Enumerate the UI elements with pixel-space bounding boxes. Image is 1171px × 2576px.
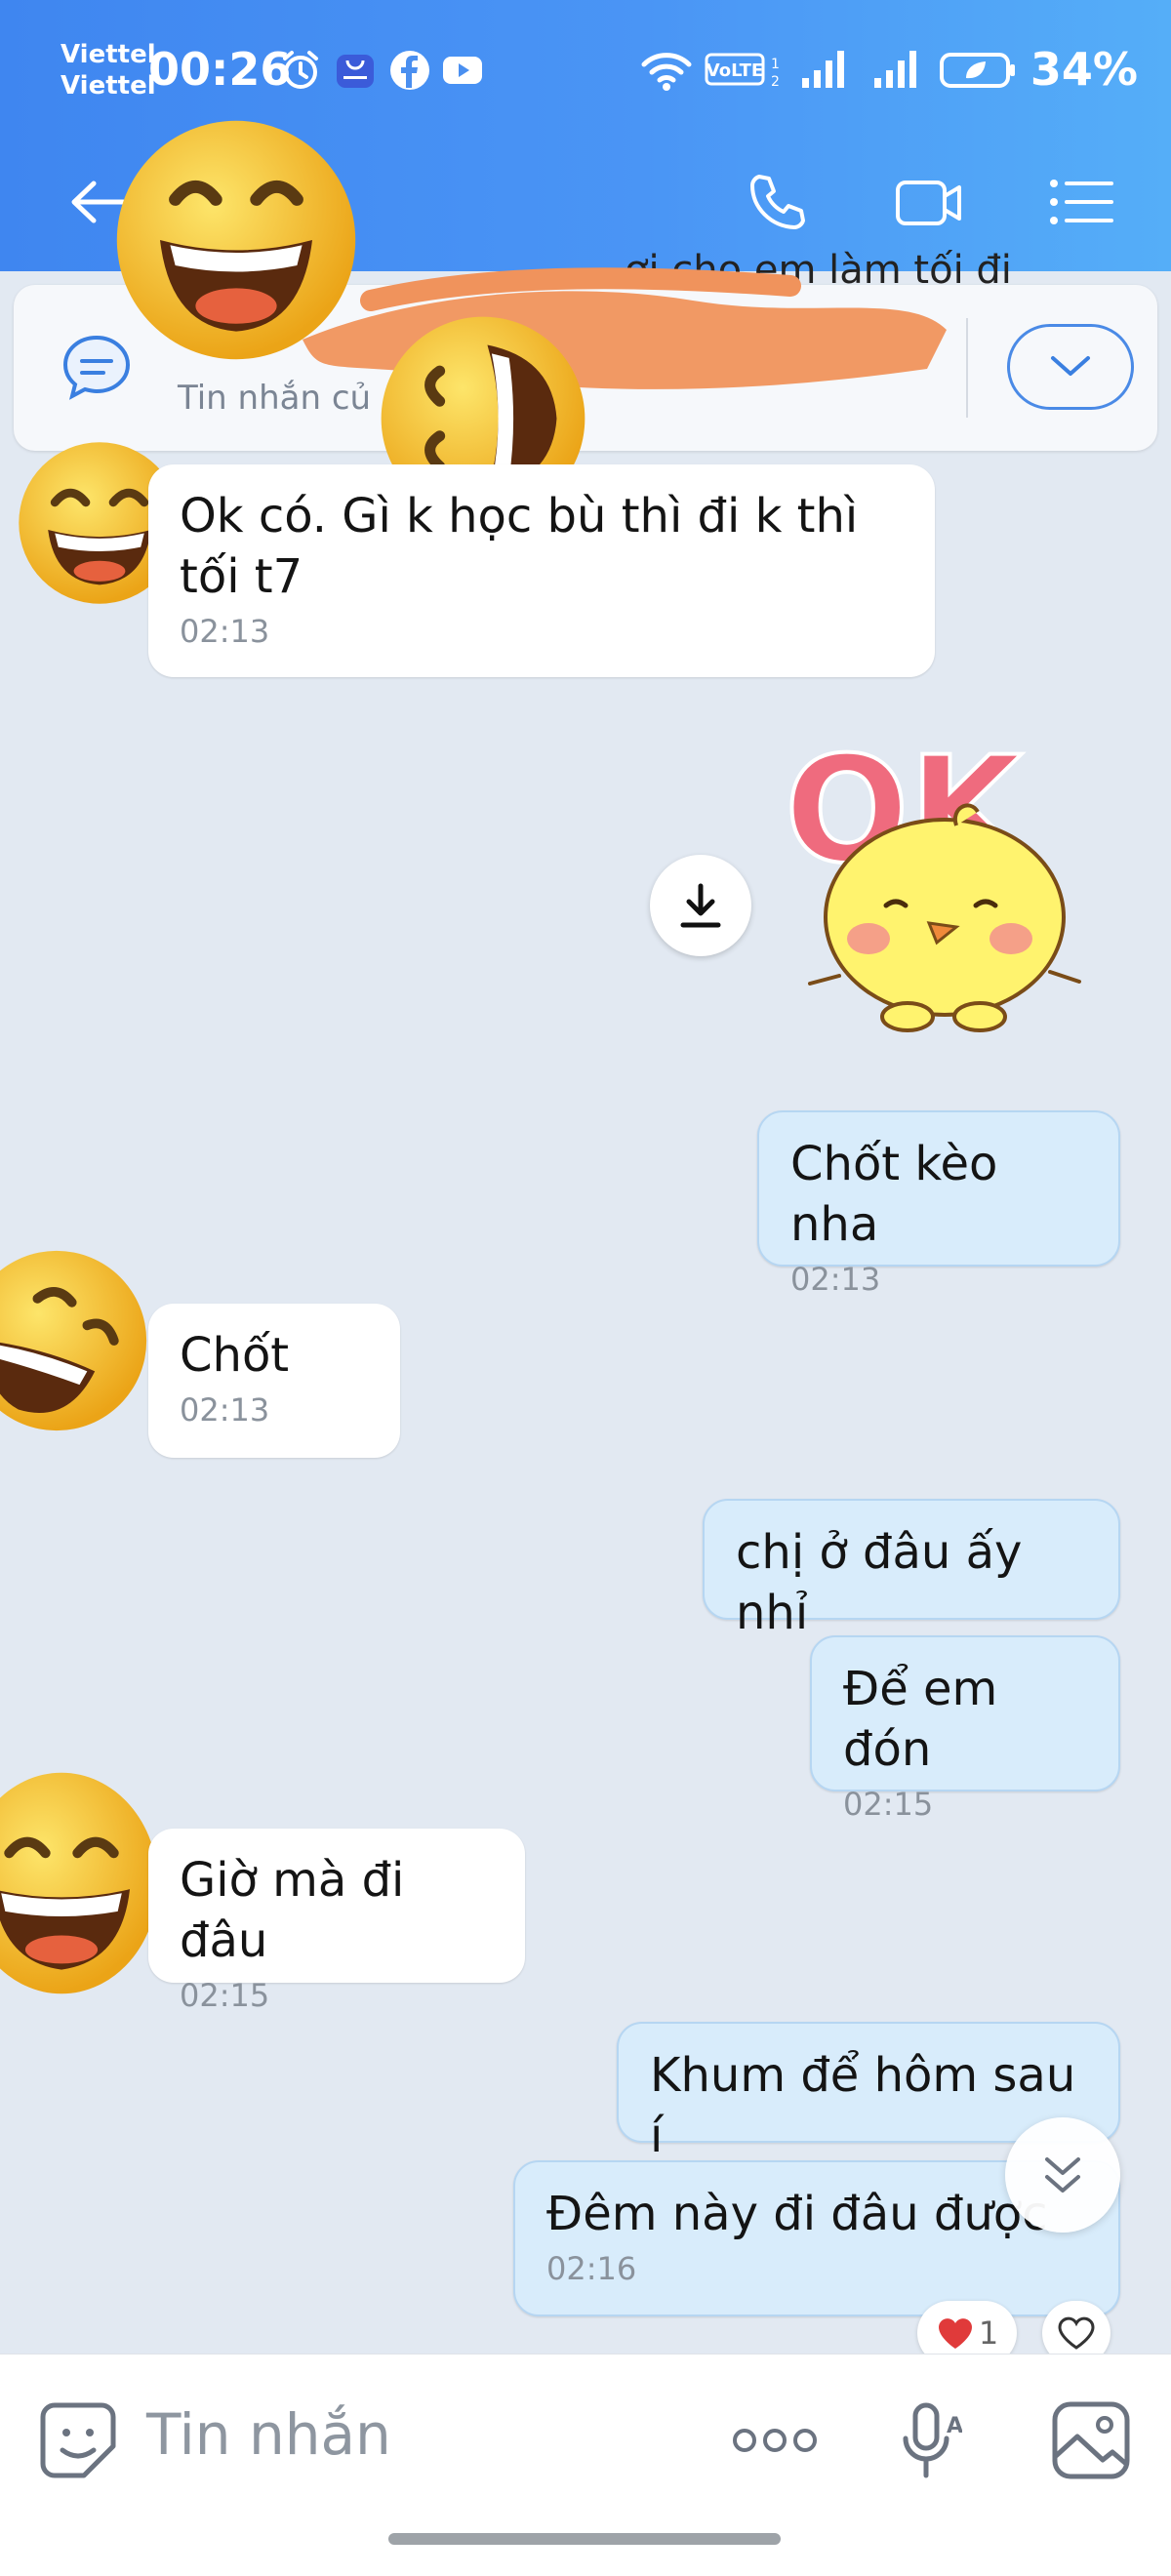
volte-icon: VoLTE 1 2 — [705, 53, 780, 90]
image-icon — [1052, 2401, 1130, 2479]
grinning-emoji-icon — [116, 120, 356, 360]
chevron-down-icon — [1051, 356, 1090, 376]
alarm-icon — [283, 51, 318, 89]
sticker-button[interactable] — [31, 2394, 125, 2487]
sticker-face-icon — [40, 2402, 116, 2478]
svg-text:VoLTE: VoLTE — [707, 60, 763, 81]
battery-icon — [940, 53, 1015, 88]
list-menu-icon — [1050, 180, 1113, 224]
message-time: 02:13 — [790, 1261, 881, 1298]
microphone-icon: A — [903, 2402, 962, 2478]
more-button[interactable] — [726, 2394, 824, 2487]
youtube-icon — [443, 57, 482, 84]
call-button[interactable] — [738, 166, 816, 238]
battery-percent: 34% — [1030, 43, 1138, 96]
double-chevron-down-icon — [1045, 2157, 1080, 2193]
voice-button[interactable]: A — [884, 2394, 978, 2487]
message-bubble-incoming[interactable]: Giờ mà đi đâu 02:15 — [148, 1829, 525, 2014]
phone-icon — [750, 175, 805, 229]
ok-chick-sticker[interactable]: OK — [781, 732, 1112, 1054]
signal-icon — [802, 51, 844, 88]
download-sticker-button[interactable] — [650, 855, 751, 956]
grinning-emoji-icon-3 — [0, 1250, 147, 1431]
carrier-2: Viettel — [61, 71, 156, 101]
reaction-count: 1 — [978, 2314, 999, 2352]
svg-text:1: 1 — [771, 57, 780, 72]
message-time: 02:13 — [180, 613, 270, 650]
message-bubble-incoming[interactable]: Ok có. Gì k học bù thì đi k thì tối t7 0… — [148, 464, 935, 677]
video-camera-icon — [896, 181, 961, 225]
svg-text:A: A — [947, 2414, 962, 2438]
message-bubble-outgoing[interactable]: chị ở đâu ấy nhỉ — [703, 1499, 1120, 1640]
home-indicator[interactable] — [388, 2533, 781, 2545]
carrier-1: Viettel — [61, 40, 156, 69]
heart-outline-icon — [1058, 2316, 1095, 2350]
message-text: Chốt kèo nha — [790, 1137, 998, 1252]
message-time: 02:15 — [843, 1786, 934, 1823]
message-text: Ok có. Gì k học bù thì đi k thì tối t7 — [180, 489, 859, 604]
app-market-icon — [337, 55, 374, 88]
grinning-emoji-icon-4 — [0, 1772, 158, 1994]
message-text: Để em đón — [843, 1662, 998, 1777]
svg-text:2: 2 — [771, 74, 780, 90]
scroll-to-bottom-button[interactable] — [1005, 2117, 1120, 2233]
chat-menu-button[interactable] — [1042, 166, 1120, 238]
facebook-icon — [390, 51, 429, 90]
image-button[interactable] — [1044, 2394, 1138, 2487]
wifi-icon — [641, 53, 692, 91]
pinned-divider — [966, 318, 968, 418]
message-text: Giờ mà đi đâu — [180, 1853, 405, 1968]
message-text: Đêm này đi đâu được — [546, 2187, 1048, 2241]
signal-icon-2 — [874, 51, 916, 88]
heart-filled-icon — [938, 2318, 972, 2349]
message-time: 02:13 — [180, 1391, 270, 1429]
video-call-button[interactable] — [890, 166, 968, 238]
status-time: 00:26 — [148, 43, 292, 96]
message-bubble-incoming[interactable]: Chốt 02:13 — [148, 1304, 400, 1458]
more-dots-icon — [733, 2429, 817, 2452]
pinned-expand-button[interactable] — [1007, 324, 1134, 410]
message-time: 02:15 — [180, 1977, 270, 2014]
message-bubble-outgoing[interactable]: Để em đón 02:15 — [810, 1635, 1120, 1823]
message-input[interactable]: Tin nhắn — [146, 2401, 391, 2468]
message-time: 02:16 — [546, 2250, 637, 2287]
message-text: chị ở đâu ấy nhỉ — [736, 1525, 1023, 1640]
message-bubble-outgoing[interactable]: Chốt kèo nha 02:13 — [757, 1110, 1120, 1298]
message-text: Chốt — [180, 1328, 290, 1383]
download-icon — [680, 883, 721, 928]
carrier-label: Viettel Viettel — [61, 39, 156, 101]
